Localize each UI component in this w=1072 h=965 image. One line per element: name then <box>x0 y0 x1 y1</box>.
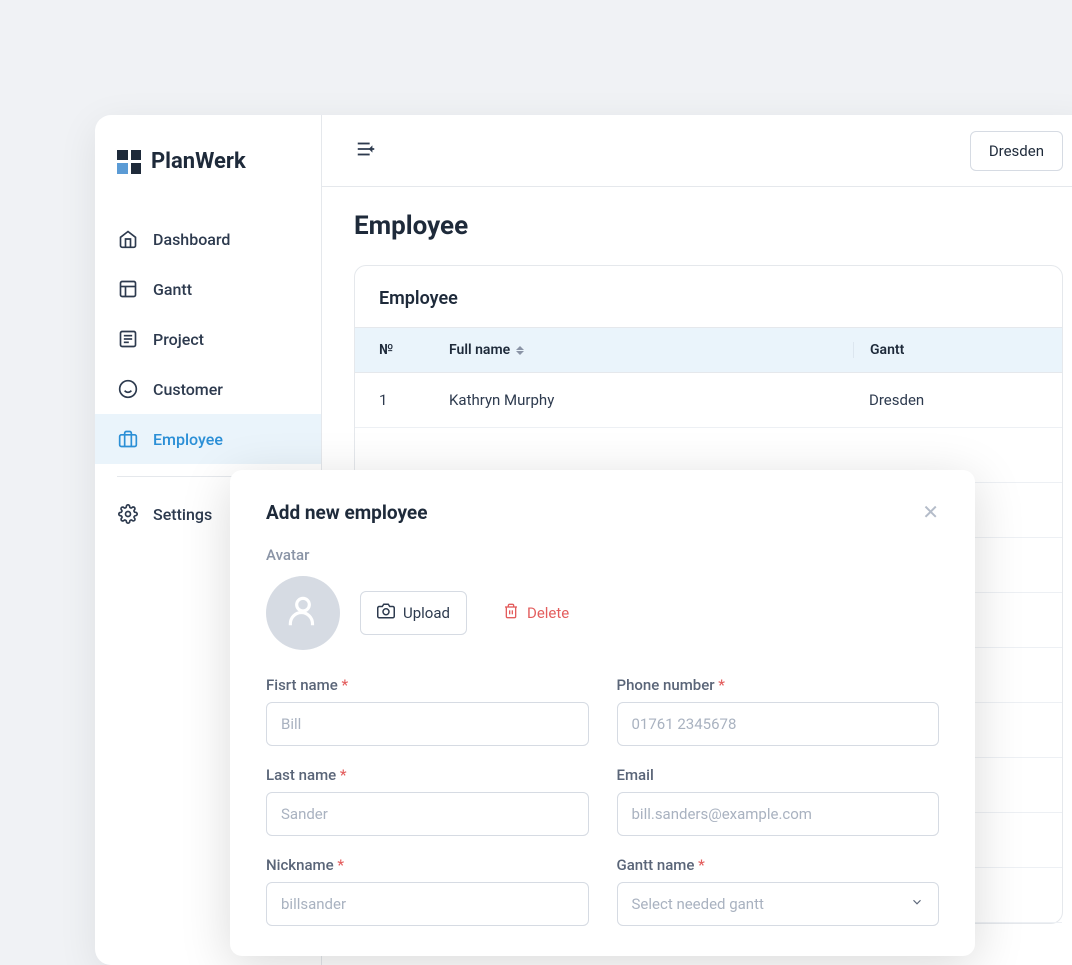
sidebar-item-label: Dashboard <box>153 230 230 249</box>
delete-label: Delete <box>527 604 569 622</box>
person-icon <box>284 592 322 634</box>
sidebar-item-label: Project <box>153 330 204 349</box>
sidebar-item-project[interactable]: Project <box>95 314 321 364</box>
card-title: Employee <box>355 288 1062 327</box>
field-nickname: Nickname * <box>266 856 589 926</box>
collapse-icon <box>355 138 377 164</box>
add-employee-modal: Add new employee ✕ Avatar Upload <box>230 470 975 956</box>
camera-icon <box>377 602 395 624</box>
first-name-input[interactable] <box>266 702 589 746</box>
modal-header: Add new employee ✕ <box>266 500 939 524</box>
upload-label: Upload <box>403 604 450 622</box>
last-name-label: Last name * <box>266 766 589 784</box>
last-name-input[interactable] <box>266 792 589 836</box>
gantt-name-placeholder: Select needed gantt <box>632 895 764 913</box>
location-select[interactable]: Dresden <box>970 131 1063 171</box>
phone-input[interactable] <box>617 702 940 746</box>
sidebar-item-label: Settings <box>153 505 212 524</box>
field-email: Email <box>617 766 940 836</box>
sidebar-item-label: Customer <box>153 380 223 399</box>
sidebar-item-label: Gantt <box>153 280 192 299</box>
sidebar-item-label: Employee <box>153 430 223 449</box>
delete-avatar-button[interactable]: Delete <box>503 603 569 623</box>
phone-label: Phone number * <box>617 676 940 694</box>
topbar: Dresden <box>322 115 1072 187</box>
column-number: № <box>379 342 449 358</box>
cell-fullname: Kathryn Murphy <box>449 391 869 409</box>
email-input[interactable] <box>617 792 940 836</box>
avatar-label: Avatar <box>266 546 939 564</box>
layout-icon <box>117 278 139 300</box>
app-name: PlanWerk <box>151 149 246 174</box>
list-icon <box>117 328 139 350</box>
logo-mark-icon <box>117 150 141 174</box>
cell-num: 1 <box>379 391 449 409</box>
gantt-name-select[interactable]: Select needed gantt <box>617 882 940 926</box>
page-header: Employee <box>322 187 1072 265</box>
column-fullname[interactable]: Full name <box>449 342 869 358</box>
trash-icon <box>503 603 519 623</box>
avatar-section: Avatar Upload Delete <box>266 546 939 650</box>
first-name-label: Fisrt name * <box>266 676 589 694</box>
gear-icon <box>117 503 139 525</box>
avatar-placeholder <box>266 576 340 650</box>
modal-title: Add new employee <box>266 501 427 524</box>
field-phone: Phone number * <box>617 676 940 746</box>
nickname-label: Nickname * <box>266 856 589 874</box>
sidebar-item-customer[interactable]: Customer <box>95 364 321 414</box>
sort-icon <box>516 346 524 355</box>
chevron-down-icon <box>910 895 924 913</box>
email-label: Email <box>617 766 940 784</box>
sidebar-item-dashboard[interactable]: Dashboard <box>95 214 321 264</box>
table-row[interactable]: 1 Kathryn Murphy Dresden <box>355 373 1062 428</box>
home-icon <box>117 228 139 250</box>
field-first-name: Fisrt name * <box>266 676 589 746</box>
smile-icon <box>117 378 139 400</box>
page-title: Employee <box>354 211 1063 241</box>
employee-form: Fisrt name * Phone number * Last name * … <box>266 676 939 926</box>
sidebar-item-gantt[interactable]: Gantt <box>95 264 321 314</box>
briefcase-icon <box>117 428 139 450</box>
table-header: № Full name Gantt <box>355 327 1062 373</box>
sidebar-item-employee[interactable]: Employee <box>95 414 321 464</box>
location-value: Dresden <box>989 142 1044 160</box>
modal-close-button[interactable]: ✕ <box>922 500 939 524</box>
collapse-sidebar-button[interactable] <box>354 139 378 163</box>
cell-gantt: Dresden <box>853 391 1038 409</box>
column-gantt: Gantt <box>853 342 1038 358</box>
upload-button[interactable]: Upload <box>360 591 467 635</box>
close-icon: ✕ <box>922 500 939 524</box>
gantt-name-label: Gantt name * <box>617 856 940 874</box>
avatar-row: Upload Delete <box>266 576 939 650</box>
column-fullname-label: Full name <box>449 342 510 358</box>
field-gantt-name: Gantt name * Select needed gantt <box>617 856 940 926</box>
field-last-name: Last name * <box>266 766 589 836</box>
app-logo: PlanWerk <box>95 149 321 214</box>
nickname-input[interactable] <box>266 882 589 926</box>
